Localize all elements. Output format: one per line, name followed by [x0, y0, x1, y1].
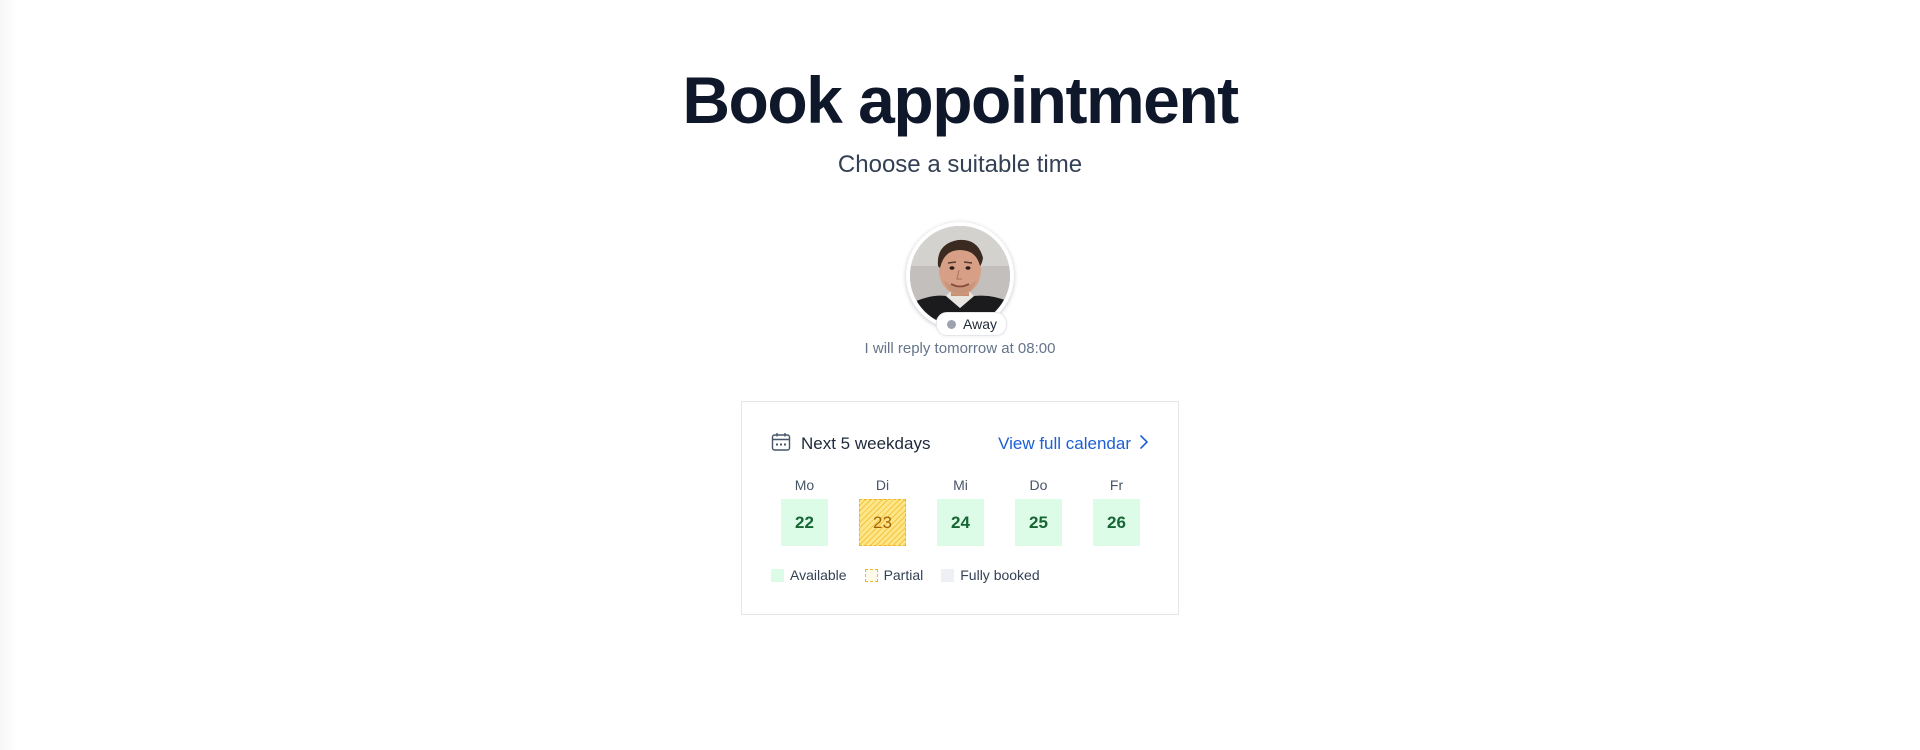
status-dot-icon: [947, 319, 956, 329]
legend-swatch-fully-booked: [941, 568, 955, 582]
booking-content: Book appointment Choose a suitable time: [0, 60, 1920, 615]
view-full-calendar-label: View full calendar: [998, 434, 1131, 453]
card-title: Next 5 weekdays: [801, 434, 931, 453]
weekdays-card: Next 5 weekdays View full calendar Mo 22: [741, 401, 1179, 615]
profile: Away: [906, 222, 1014, 336]
weekday-wednesday: Mi 24: [937, 476, 984, 546]
status-badge: Away: [936, 312, 1007, 336]
day-button-24[interactable]: 24: [937, 499, 984, 546]
day-button-23[interactable]: 23: [859, 499, 906, 546]
legend-swatch-available: [771, 568, 784, 582]
weekday-list: Mo 22 Di 23 Mi 24 Do 25 Fr 26: [781, 476, 1140, 546]
day-button-26[interactable]: 26: [1093, 499, 1140, 546]
weekday-label: Do: [1029, 477, 1048, 493]
booking-page: Book appointment Choose a suitable time: [0, 0, 1920, 750]
page-subtitle: Choose a suitable time: [837, 151, 1083, 178]
weekday-label: Di: [875, 477, 890, 493]
day-button-25[interactable]: 25: [1015, 499, 1062, 546]
weekday-tuesday: Di 23: [859, 476, 906, 546]
weekday-label: Mo: [794, 477, 815, 493]
legend-item-fully-booked: Fully booked: [941, 567, 1040, 583]
reply-note: I will reply tomorrow at 08:00: [864, 340, 1056, 357]
card-header: Next 5 weekdays View full calendar: [771, 432, 1149, 456]
legend-label: Available: [790, 567, 847, 583]
weekday-label: Fr: [1109, 477, 1124, 493]
weekday-thursday: Do 25: [1015, 476, 1062, 546]
card-title-group: Next 5 weekdays: [771, 432, 930, 457]
page-title: Book appointment: [682, 63, 1239, 137]
legend-item-available: Available: [771, 567, 847, 583]
calendar-icon: [771, 432, 791, 457]
legend-item-partial: Partial: [864, 567, 924, 583]
availability-legend: Available Partial Fully booked: [771, 567, 1040, 583]
day-button-22[interactable]: 22: [781, 499, 828, 546]
weekday-monday: Mo 22: [781, 476, 828, 546]
legend-label: Partial: [883, 567, 924, 583]
weekday-friday: Fr 26: [1093, 476, 1140, 546]
legend-swatch-partial: [864, 568, 878, 582]
chevron-right-icon: [1139, 434, 1149, 455]
avatar-image: [910, 226, 1010, 326]
status-label: Away: [963, 316, 997, 332]
legend-label: Fully booked: [960, 567, 1040, 583]
weekday-label: Mi: [953, 477, 968, 493]
view-full-calendar-link[interactable]: View full calendar: [998, 434, 1149, 455]
